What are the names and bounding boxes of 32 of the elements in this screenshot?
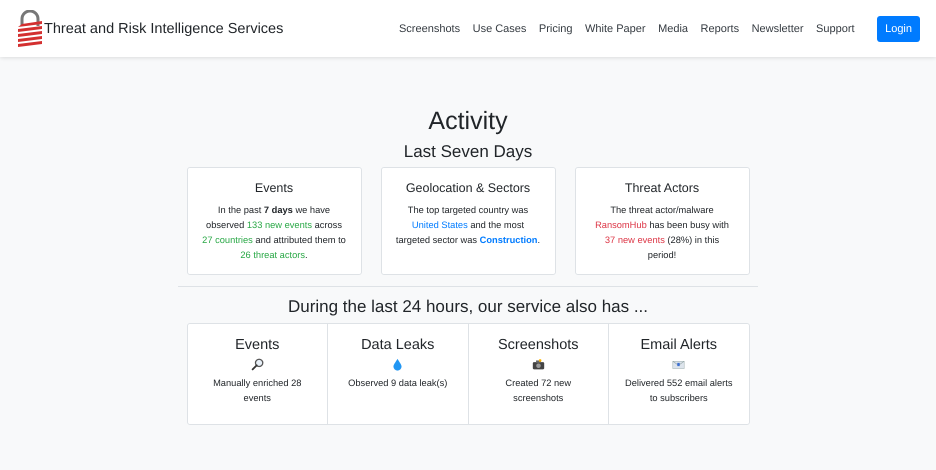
card-text: The threat actor/malware RansomHub has been busy with 37 new events (28%) in this period! (594, 204, 730, 262)
stat-text: Created 72 new screenshots (504, 377, 572, 405)
stat-text: Delivered 552 email alerts to subscribers (624, 377, 734, 405)
card-text: In the past 7 days we have observed 133 new events across 27 countries and attributed them to 26 threat actors. (201, 204, 347, 262)
card-title: Events (254, 181, 294, 195)
nav-link[interactable]: Use Cases (472, 22, 526, 34)
nav-link[interactable]: Pricing (538, 22, 573, 34)
droplet-icon (391, 358, 404, 371)
nav-link[interactable]: Media (658, 22, 688, 34)
stat-text: Observed 9 data leak(s) (347, 377, 448, 390)
padlock-logo (16, 10, 44, 48)
stat-title: Email Alerts (640, 337, 718, 353)
section-subtitle: Last Seven Days (404, 142, 532, 162)
nav-link[interactable]: Reports (700, 22, 740, 34)
nav-link[interactable]: Screenshots (398, 22, 460, 34)
nav-link[interactable]: Support (816, 22, 855, 34)
nav-link[interactable]: Newsletter (752, 22, 804, 34)
card-title: Geolocation & Sectors (406, 181, 530, 195)
page-title: Activity (428, 107, 508, 136)
stat-title: Events (235, 337, 280, 353)
section-heading: During the last 24 hours, our service also has ... (288, 297, 648, 317)
stat-title: Screenshots (498, 337, 579, 353)
nav-link[interactable]: White Paper (585, 22, 646, 34)
brand-link[interactable]: Threat and Risk Intelligence Services (16, 10, 284, 48)
envelope-icon (672, 358, 686, 371)
stat-text: Manually enriched 28 events (212, 377, 302, 405)
card-text: The top targeted country was United States and the most targeted sector was Construction. (394, 204, 542, 247)
login-button[interactable]: Login (877, 16, 920, 42)
card-title: Threat Actors (624, 181, 700, 195)
camera-icon (532, 358, 545, 371)
magnifier-icon (250, 358, 264, 371)
stat-title: Data Leaks (361, 337, 434, 353)
